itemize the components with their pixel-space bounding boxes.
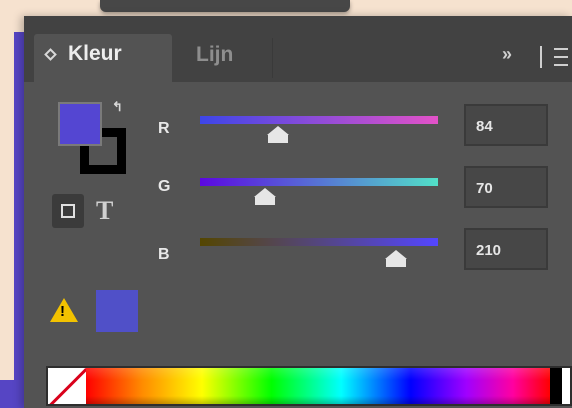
input-b-value[interactable]: 210	[464, 228, 548, 270]
color-panel: Kleur Lijn ›› ↰ T R 84 G 70 B 210 !	[24, 16, 572, 408]
formatting-container-button[interactable]	[52, 194, 84, 228]
formatting-text-button[interactable]: T	[96, 196, 113, 226]
panel-tabbar: Kleur Lijn ››	[24, 16, 572, 82]
input-g-value[interactable]: 70	[464, 166, 548, 208]
panel-above-stub	[100, 0, 350, 12]
channel-b-label: B	[158, 246, 170, 263]
input-r-value[interactable]: 84	[464, 104, 548, 146]
none-color-icon[interactable]	[48, 368, 86, 404]
tab-kleur-label[interactable]: Kleur	[68, 42, 122, 66]
spectrum-gradient[interactable]	[86, 368, 550, 404]
swap-fill-stroke-icon[interactable]: ↰	[112, 100, 126, 114]
slider-r-track[interactable]	[200, 116, 438, 124]
channel-r-label: R	[158, 120, 170, 137]
channel-g-label: G	[158, 178, 171, 195]
square-outline-icon	[61, 204, 75, 218]
warning-mark: !	[60, 303, 65, 320]
websafe-color-swatch[interactable]	[96, 290, 138, 332]
tab-lijn[interactable]: Lijn	[196, 43, 233, 67]
color-spectrum-bar[interactable]	[46, 366, 572, 406]
slider-g-track[interactable]	[200, 178, 438, 186]
spectrum-black[interactable]	[550, 368, 562, 404]
tab-divider	[272, 38, 273, 78]
background-left	[0, 0, 14, 380]
slider-b-track[interactable]	[200, 238, 438, 246]
menu-divider	[540, 46, 542, 68]
fill-swatch[interactable]	[58, 102, 102, 146]
hamburger-menu-icon[interactable]	[554, 48, 568, 66]
spectrum-white[interactable]	[562, 368, 570, 404]
double-chevron-right-icon[interactable]: ››	[502, 44, 512, 65]
